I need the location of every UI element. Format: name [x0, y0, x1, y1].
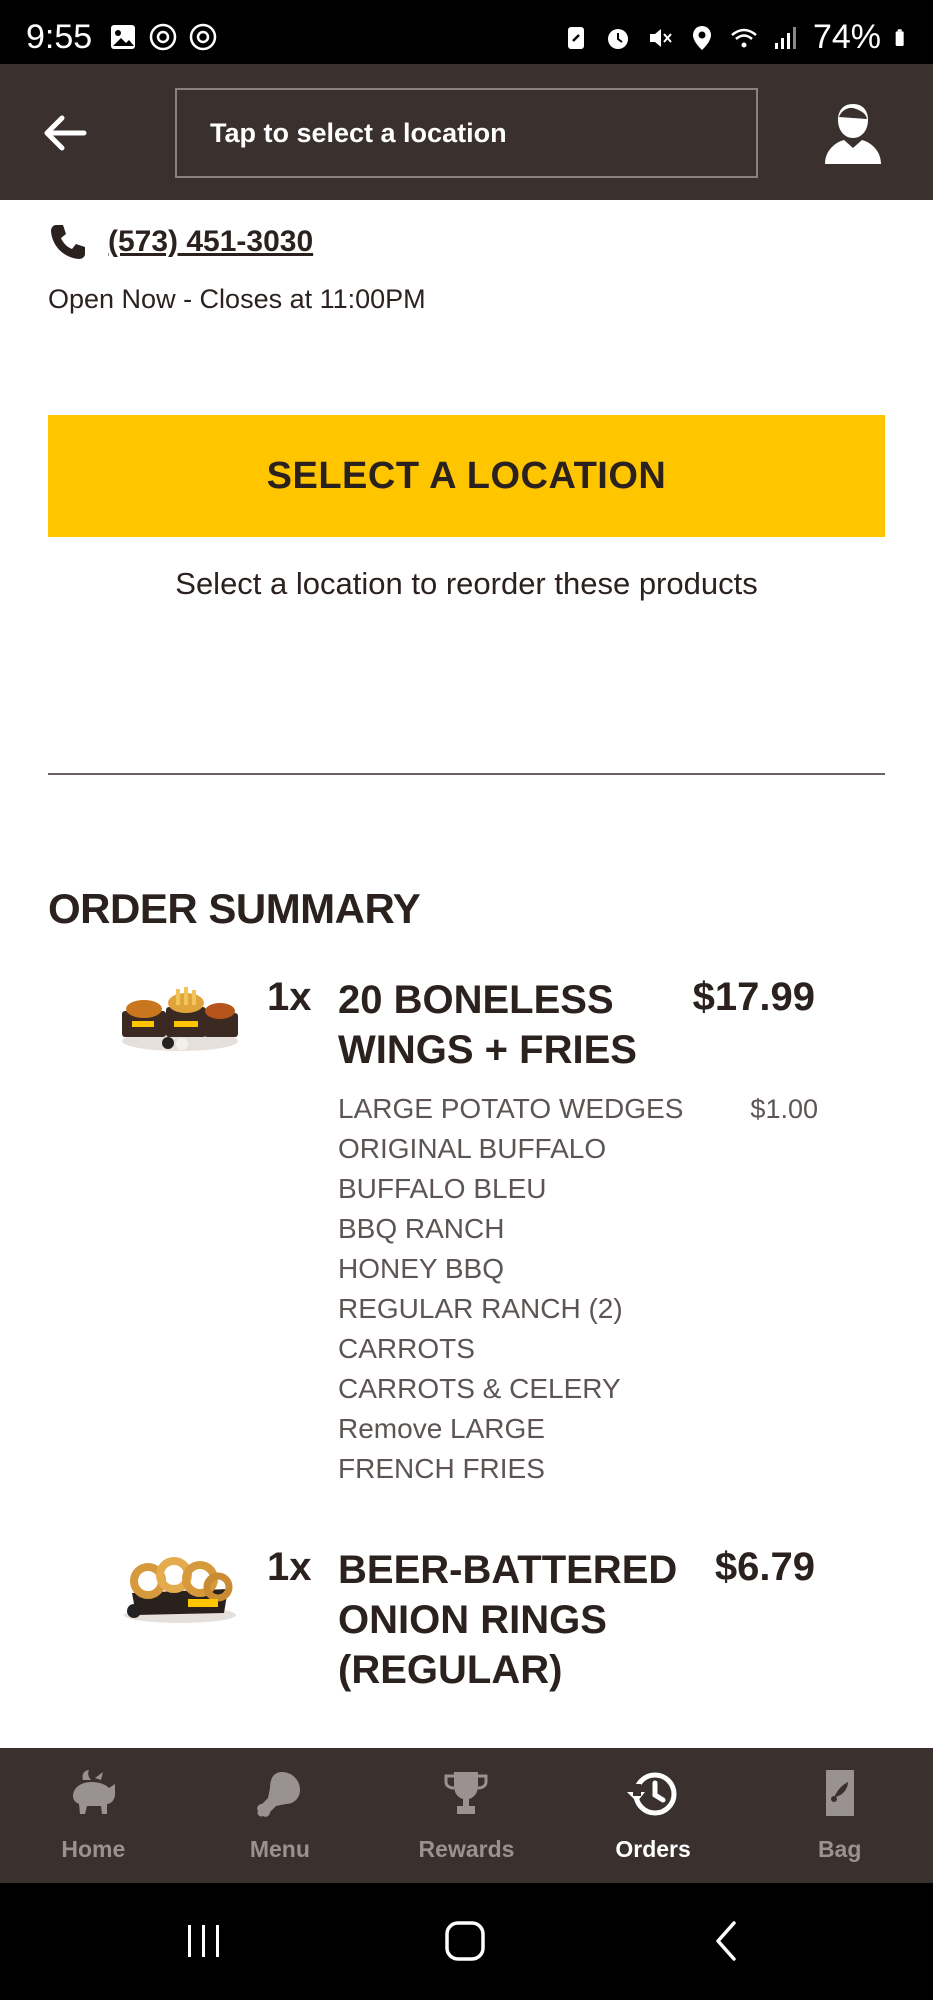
- tab-orders[interactable]: Orders: [560, 1748, 747, 1883]
- item-quantity: 1x: [267, 1545, 312, 1589]
- status-bar: 9:55 74%: [0, 0, 933, 64]
- tab-home-label: Home: [61, 1836, 126, 1862]
- modifier-line: BUFFALO BLEU: [338, 1173, 547, 1204]
- phone-icon: [51, 225, 85, 259]
- modifier-line: CARROTS & CELERY: [338, 1373, 621, 1404]
- tab-rewards-label: Rewards: [418, 1836, 515, 1862]
- item-quantity: 1x: [267, 975, 312, 1019]
- divider: [48, 773, 885, 775]
- signal-icon: [774, 26, 796, 49]
- wifi-icon: [731, 28, 757, 47]
- modifier-line: Remove LARGE FRENCH FRIES: [338, 1413, 545, 1484]
- onion-rings-image: [124, 1557, 236, 1623]
- item-price: $6.79: [714, 1545, 815, 1589]
- back-icon[interactable]: [710, 1919, 742, 1963]
- tab-orders-label: Orders: [615, 1836, 691, 1862]
- tab-bag[interactable]: Bag: [746, 1748, 933, 1883]
- item-name: 20 BONELESS WINGS + FRIES: [338, 978, 637, 1072]
- location-selector[interactable]: Tap to select a location: [175, 88, 758, 178]
- history-icon: [627, 1772, 677, 1816]
- item-name: BEER-BATTERED ONION RINGS (REGULAR): [338, 1548, 678, 1692]
- location-selector-label: Tap to select a location: [210, 117, 507, 148]
- item-modifiers: LARGE POTATO WEDGES $1.00 ORIGINAL BUFFA…: [338, 1089, 818, 1489]
- item-price: $17.99: [692, 975, 815, 1019]
- system-icons: 74%: [561, 18, 913, 57]
- notification-icons: [108, 22, 218, 52]
- battery-icon: [895, 28, 904, 46]
- store-hours: Open Now - Closes at 11:00PM: [48, 284, 426, 314]
- store-phone-link[interactable]: (573) 451-3030: [108, 225, 313, 259]
- modifier-line: CARROTS: [338, 1333, 475, 1364]
- alarm-icon: [607, 28, 628, 49]
- select-location-button[interactable]: SELECT A LOCATION: [48, 415, 885, 537]
- select-location-hint: Select a location to reorder these produ…: [175, 566, 758, 601]
- buffalo-icon: [73, 1770, 116, 1814]
- modifier-line: BBQ RANCH: [338, 1213, 505, 1244]
- tab-menu[interactable]: Menu: [187, 1748, 374, 1883]
- app-header: Tap to select a location: [0, 64, 933, 200]
- tab-bag-label: Bag: [817, 1836, 862, 1862]
- order-details: (573) 451-3030 Open Now - Closes at 11:0…: [0, 200, 933, 1748]
- order-summary-title: ORDER SUMMARY: [48, 885, 421, 932]
- drumstick-icon: [257, 1772, 300, 1817]
- bag-icon: [825, 1770, 854, 1816]
- tab-menu-label: Menu: [249, 1836, 310, 1862]
- tab-home[interactable]: Home: [0, 1748, 187, 1883]
- wings-fries-image: [122, 987, 238, 1051]
- bottom-tab-bar: Home Menu Rewards Orders Bag: [0, 1748, 933, 1883]
- gallery-icon: [111, 25, 135, 49]
- modifier-line: REGULAR RANCH (2): [338, 1293, 623, 1324]
- battery-percent: 74%: [812, 18, 881, 56]
- trophy-icon: [444, 1772, 488, 1814]
- home-button-icon[interactable]: [443, 1919, 487, 1963]
- system-nav-bar: [0, 1883, 933, 2000]
- modifier-price: $1.00: [750, 1094, 818, 1124]
- recent-apps-icon[interactable]: [184, 1921, 224, 1961]
- modifier-line: ORIGINAL BUFFALO: [338, 1133, 607, 1164]
- location-icon: [692, 25, 711, 50]
- status-time: 9:55: [26, 18, 93, 56]
- select-location-label: SELECT A LOCATION: [266, 454, 667, 497]
- phone-row: (573) 451-3030: [48, 222, 313, 262]
- back-arrow-icon[interactable]: [40, 108, 90, 158]
- modifier-line: LARGE POTATO WEDGES: [338, 1093, 684, 1124]
- mute-icon: [649, 28, 672, 47]
- battery-saver-icon: [567, 26, 584, 49]
- threads-icon: [189, 23, 217, 51]
- profile-icon[interactable]: [822, 100, 884, 166]
- tab-rewards[interactable]: Rewards: [373, 1748, 560, 1883]
- modifier-line: HONEY BBQ: [338, 1253, 504, 1284]
- threads-icon: [149, 23, 177, 51]
